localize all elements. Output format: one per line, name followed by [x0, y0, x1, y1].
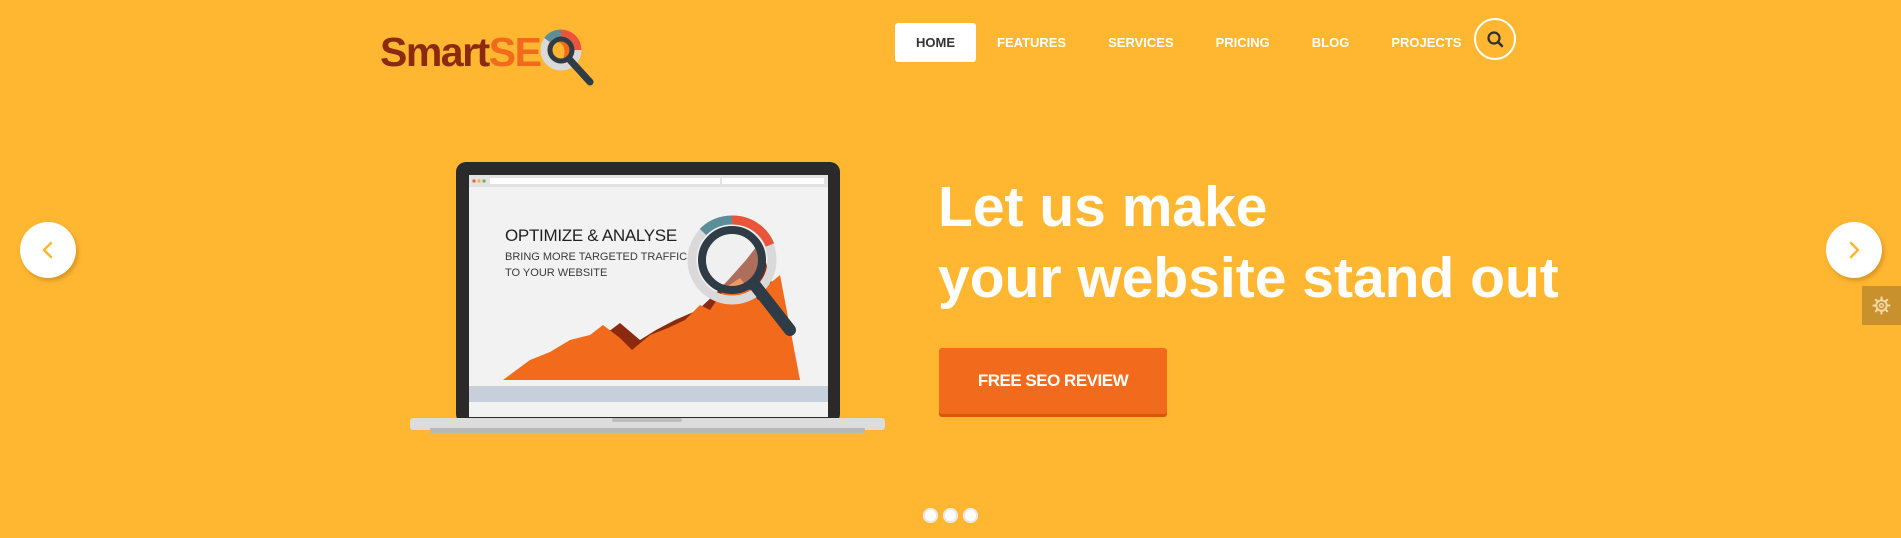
search-button[interactable] [1474, 18, 1516, 60]
magnifier-logo-icon [540, 29, 594, 86]
free-seo-review-button[interactable]: FREE SEO REVIEW [939, 348, 1167, 414]
laptop-screen-title: OPTIMIZE & ANALYSE [505, 226, 677, 245]
slider-dot[interactable] [963, 508, 978, 523]
gear-icon [1872, 296, 1891, 315]
settings-panel-toggle[interactable] [1862, 286, 1901, 325]
nav-item-services[interactable]: SERVICES [1087, 23, 1195, 62]
main-nav: HOME FEATURES SERVICES PRICING BLOG PROJ… [895, 23, 1482, 62]
laptop-screen-subtitle-line2: TO YOUR WEBSITE [505, 267, 608, 279]
slider-pagination [923, 508, 983, 523]
nav-item-blog[interactable]: BLOG [1291, 23, 1371, 62]
search-icon [1487, 31, 1504, 48]
nav-item-features[interactable]: FEATURES [976, 23, 1087, 62]
slider-next-button[interactable] [1826, 222, 1882, 278]
slider-dot[interactable] [923, 508, 938, 523]
nav-item-pricing[interactable]: PRICING [1195, 23, 1291, 62]
nav-item-projects[interactable]: PROJECTS [1370, 23, 1482, 62]
logo-smart-text: Smart [380, 29, 490, 75]
hero-headline-line2: your website stand out [938, 246, 1559, 310]
slider-prev-button[interactable] [20, 222, 76, 278]
slider-dot[interactable] [943, 508, 958, 523]
laptop-screen-subtitle-line1: BRING MORE TARGETED TRAFFIC [505, 251, 688, 263]
chevron-right-icon [1849, 241, 1860, 259]
site-logo[interactable]: SmartSEO [380, 22, 600, 92]
hero-headline: Let us make your website stand out [938, 172, 1559, 314]
laptop-illustration [410, 162, 885, 433]
chevron-left-icon [42, 241, 53, 259]
hero-headline-line1: Let us make [938, 175, 1268, 239]
nav-item-home[interactable]: HOME [895, 23, 976, 62]
